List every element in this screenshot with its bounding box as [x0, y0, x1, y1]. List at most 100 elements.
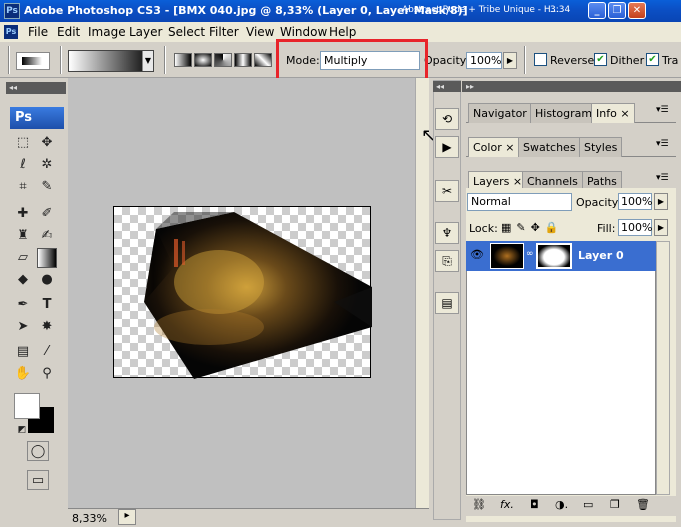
opacity-input[interactable]: 100%: [466, 52, 502, 69]
quick-mask-icon[interactable]: ◯: [27, 441, 49, 461]
tab-styles[interactable]: Styles: [579, 137, 623, 157]
diamond-gradient-icon[interactable]: [254, 53, 272, 67]
minimize-button[interactable]: _: [588, 2, 606, 19]
notes-icon[interactable]: ▤: [13, 342, 33, 362]
marquee-icon[interactable]: ⬚: [13, 133, 33, 153]
mask-icon[interactable]: ◘: [530, 498, 539, 511]
panel-menu-icon[interactable]: ▾☰: [656, 105, 669, 115]
menu-window[interactable]: Window: [280, 25, 327, 39]
layer-name[interactable]: Layer 0: [578, 249, 624, 262]
menu-view[interactable]: View: [246, 25, 274, 39]
crop-icon[interactable]: ⌗: [13, 177, 33, 197]
gradient-dropdown-icon[interactable]: ▼: [142, 51, 153, 71]
layer-mask-thumbnail[interactable]: [536, 243, 572, 269]
close-button[interactable]: ✕: [628, 2, 646, 19]
tab-label: Histogram: [535, 107, 593, 120]
menu-filter[interactable]: Filter: [209, 25, 239, 39]
photoshop-app-icon[interactable]: Ps: [4, 3, 20, 19]
menu-select[interactable]: Select: [168, 25, 205, 39]
blur-icon[interactable]: ◆: [13, 270, 33, 290]
menu-layer[interactable]: Layer: [129, 25, 162, 39]
tab-color[interactable]: Color ×: [468, 137, 520, 157]
type-icon[interactable]: T: [37, 295, 57, 315]
layer-list[interactable]: [466, 241, 656, 495]
tab-histogram[interactable]: Histogram: [530, 103, 598, 123]
eye-icon[interactable]: 👁: [470, 248, 484, 261]
status-menu-arrow[interactable]: ▸: [118, 509, 136, 525]
restore-button[interactable]: ❐: [608, 2, 626, 19]
pen-icon[interactable]: ✒: [13, 295, 33, 315]
brushes-panel-icon[interactable]: ♆: [435, 222, 459, 244]
lasso-icon[interactable]: ℓ: [13, 155, 33, 175]
fill-arrow-icon[interactable]: ▶: [654, 219, 668, 236]
linear-gradient-icon[interactable]: [174, 53, 192, 67]
tab-swatches[interactable]: Swatches: [518, 137, 581, 157]
tool-presets-panel-icon[interactable]: ✂: [435, 180, 459, 202]
document-canvas[interactable]: [113, 206, 372, 379]
eraser-icon[interactable]: ▱: [13, 248, 33, 268]
menu-image[interactable]: Image: [88, 25, 126, 39]
brush-icon[interactable]: ✐: [37, 204, 57, 224]
history-panel-icon[interactable]: ⟲: [435, 108, 459, 130]
panels-collapse[interactable]: ▸▸: [462, 81, 681, 92]
folder-icon[interactable]: ▭: [583, 498, 593, 511]
path-selection-icon[interactable]: ➤: [13, 317, 33, 337]
gradient-tool-icon[interactable]: [37, 248, 57, 268]
link-icon[interactable]: ⛓: [472, 498, 486, 511]
new-layer-icon[interactable]: ❐: [610, 498, 620, 511]
panel-menu-icon[interactable]: ▾☰: [656, 139, 669, 149]
clone-source-panel-icon[interactable]: ⎘: [435, 250, 459, 272]
hand-icon[interactable]: ✋: [13, 364, 33, 384]
layer-comps-panel-icon[interactable]: ▤: [435, 292, 459, 314]
zoom-icon[interactable]: ⚲: [37, 364, 57, 384]
layer-row[interactable]: 👁 ∞ Layer 0: [466, 241, 656, 271]
default-colors-icon[interactable]: ◩: [12, 420, 32, 440]
grip[interactable]: [8, 46, 10, 74]
actions-panel-icon[interactable]: ▶: [435, 136, 459, 158]
opacity-arrow-icon[interactable]: ▶: [503, 52, 517, 69]
trash-icon[interactable]: 🗑: [636, 498, 650, 511]
title-bar[interactable]: Ps Adobe Photoshop CS3 - [BMX 040.jpg @ …: [0, 0, 681, 22]
custom-shape-icon[interactable]: ✸: [37, 317, 57, 337]
reverse-checkbox[interactable]: [534, 53, 547, 66]
clone-stamp-icon[interactable]: ♜: [13, 226, 33, 246]
zoom-level[interactable]: 8,33%: [72, 512, 107, 525]
fill-label: Fill:: [597, 222, 616, 235]
fx-icon[interactable]: fx.: [500, 498, 514, 511]
fill-input[interactable]: 100%: [618, 219, 652, 236]
eyedropper-icon[interactable]: ⁄: [37, 342, 57, 362]
layers-scrollbar[interactable]: [656, 241, 670, 495]
panel-menu-icon[interactable]: ▾☰: [656, 173, 669, 183]
radial-gradient-icon[interactable]: [194, 53, 212, 67]
history-brush-icon[interactable]: ✍: [37, 226, 57, 246]
slice-icon[interactable]: ✎: [37, 177, 57, 197]
screen-mode-icon[interactable]: ▭: [27, 470, 49, 490]
reflected-gradient-icon[interactable]: [234, 53, 252, 67]
blend-mode-select[interactable]: Normal: [467, 193, 572, 211]
dock-collapse[interactable]: ◂◂: [433, 81, 461, 92]
toolbox-collapse[interactable]: ◂◂: [6, 82, 66, 94]
document-icon[interactable]: Ps: [4, 25, 18, 39]
healing-brush-icon[interactable]: ✚: [13, 204, 33, 224]
layers-opacity-input[interactable]: 100%: [618, 193, 652, 210]
transparency-checkbox[interactable]: ✔: [646, 53, 659, 66]
menu-file[interactable]: File: [28, 25, 48, 39]
move-icon[interactable]: ✥: [37, 133, 57, 153]
foreground-color-swatch[interactable]: [14, 393, 40, 419]
tab-navigator[interactable]: Navigator: [468, 103, 532, 123]
angle-gradient-icon[interactable]: [214, 53, 232, 67]
chain-link-icon[interactable]: ∞: [526, 249, 534, 259]
menu-help[interactable]: Help: [329, 25, 356, 39]
layer-thumbnail[interactable]: [490, 243, 524, 269]
dodge-icon[interactable]: ●: [37, 270, 57, 290]
adjustment-icon[interactable]: ◑.: [555, 498, 568, 511]
layers-opacity-arrow-icon[interactable]: ▶: [654, 193, 668, 210]
photoshop-logo[interactable]: Ps: [10, 107, 64, 129]
lock-icons[interactable]: ▦✎✥🔒: [501, 221, 564, 234]
dither-checkbox[interactable]: ✔: [594, 53, 607, 66]
tab-info[interactable]: Info ×: [591, 103, 635, 123]
menu-edit[interactable]: Edit: [57, 25, 80, 39]
magic-wand-icon[interactable]: ✲: [37, 155, 57, 175]
gradient-tool-preset[interactable]: [16, 52, 50, 70]
window-title-extra: Abstract Rude + Tribe Unique - H...: [402, 5, 560, 15]
